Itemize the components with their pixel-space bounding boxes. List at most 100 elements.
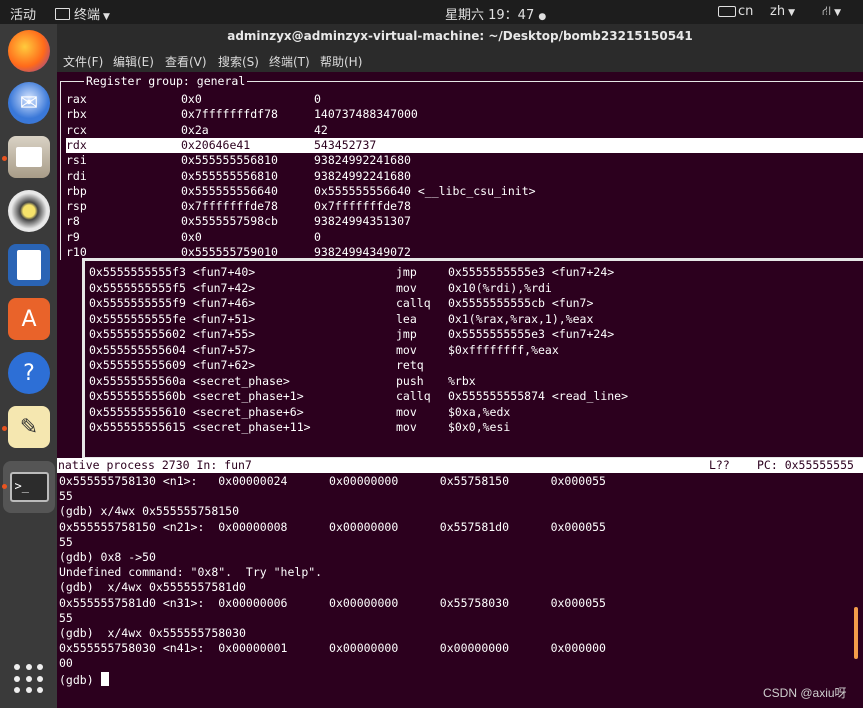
register-hex: 0x555555556640: [181, 183, 278, 198]
gdb-prompt-line[interactable]: (gdb): [59, 672, 109, 687]
menu-terminal[interactable]: 终端(T): [269, 53, 310, 70]
input-method-label: cn: [738, 4, 754, 19]
asm-operands: 0x1(%rax,%rax,1),%eax: [448, 311, 594, 326]
register-value: 0x555555556640 <__libc_csu_init>: [314, 183, 536, 198]
asm-address: 0x555555555610 <secret_phase+6>: [89, 404, 304, 419]
asm-address: 0x55555555560b <secret_phase+1>: [89, 389, 304, 403]
asm-operands: 0x5555555555e3 <fun7+24>: [448, 265, 615, 279]
input-method-indicator[interactable]: cn: [718, 4, 753, 19]
keyboard-icon: [718, 6, 736, 17]
register-name: rsi: [66, 153, 87, 168]
window-title[interactable]: adminzyx@adminzyx-virtual-machine: ~/Des…: [57, 24, 863, 48]
register-name: rdi: [66, 168, 87, 183]
register-row: rdx 0x20646e41 543452737: [66, 137, 863, 153]
watermark: CSDN @axiu呀: [763, 686, 847, 700]
thunderbird-icon[interactable]: ✉: [8, 82, 50, 124]
system-menu[interactable]: ⛙ ▼: [822, 4, 841, 21]
register-name: rbp: [66, 183, 87, 198]
asm-operands: $0x0,%esi: [448, 420, 511, 434]
register-hex: 0x7fffffffde78: [181, 199, 278, 214]
register-value: 0: [314, 229, 321, 244]
language-label: zh: [770, 4, 786, 19]
asm-opcode: mov: [396, 342, 417, 357]
chevron-down-icon: ▼: [834, 8, 842, 18]
register-panel: Register group: general rax 0x0 0 rbx 0x7fff…: [60, 74, 863, 260]
assembly-panel: 0x5555555555f3 <fun7+40> jmp 0x5555555555e…: [82, 258, 863, 460]
asm-address: 0x555555555615 <secret_phase+11>: [89, 420, 311, 434]
register-value: 0: [314, 92, 321, 106]
asm-address: 0x5555555555f3 <fun7+40>: [89, 265, 256, 279]
asm-opcode: callq: [396, 296, 431, 310]
running-indicator: [2, 156, 7, 161]
asm-address: 0x5555555555f5 <fun7+42>: [89, 280, 256, 295]
asm-operands: 0x5555555555cb <fun7>: [448, 296, 594, 310]
asm-operands: 0x555555555874 <read_line>: [448, 389, 629, 403]
network-icon: ⛙: [822, 4, 832, 19]
asm-opcode: mov: [396, 280, 417, 295]
asm-opcode: mov: [396, 404, 417, 419]
language-menu[interactable]: zh ▼: [770, 4, 795, 19]
register-value: 93824992241680: [314, 153, 411, 168]
status-line: native process 2730 In: fun7 L?? PC: 0x5…: [57, 458, 863, 473]
notification-dot-icon: ●: [538, 12, 547, 22]
asm-operands: %rbx: [448, 373, 476, 388]
asm-address: 0x555555555602 <fun7+55>: [89, 327, 256, 341]
menu-file[interactable]: 文件(F): [63, 53, 103, 70]
register-value: 93824992241680: [314, 168, 411, 183]
asm-address: 0x555555555604 <fun7+57>: [89, 342, 256, 357]
console-line: Undefined command: "0x8". Try "help".: [59, 565, 323, 580]
menu-edit[interactable]: 编辑(E): [113, 53, 154, 70]
running-indicator: [2, 484, 7, 489]
libreoffice-writer-icon[interactable]: [8, 244, 50, 286]
asm-opcode: push: [396, 373, 424, 388]
scrollbar[interactable]: [854, 607, 858, 659]
text-editor-icon[interactable]: ✎: [8, 406, 50, 448]
register-hex: 0x555555556810: [181, 168, 278, 183]
register-row: rax 0x0 0: [66, 92, 863, 107]
register-row: rcx 0x2a 42: [66, 123, 863, 138]
running-indicator: [2, 426, 7, 431]
files-icon[interactable]: [8, 136, 50, 178]
gdb-prompt: (gdb): [59, 673, 101, 687]
console-line: 0x555555758150 <n21>: 0x00000008 0x00000…: [59, 519, 606, 534]
status-process: native process 2730 In: fun7: [58, 458, 252, 472]
text-cursor: [100, 672, 109, 686]
register-name: rdx: [66, 137, 87, 152]
terminal-icon[interactable]: >_: [3, 461, 55, 513]
console-line: 0x555555758130 <n1>: 0x00000024 0x000000…: [59, 474, 606, 488]
rhythmbox-icon[interactable]: [8, 190, 50, 232]
show-applications-button[interactable]: [14, 664, 44, 694]
register-hex: 0x7fffffffdf78: [181, 107, 278, 122]
register-hex: 0x0: [181, 229, 202, 244]
status-line-number: L??: [709, 458, 730, 472]
terminal-view[interactable]: Register group: general rax 0x0 0 rbx 0x7fff…: [57, 72, 863, 708]
console-line: (gdb) 0x8 ->50: [59, 550, 156, 564]
chevron-down-icon: ▼: [788, 8, 795, 18]
register-value: 42: [314, 122, 328, 137]
asm-opcode: callq: [396, 389, 431, 403]
menu-view[interactable]: 查看(V): [165, 53, 207, 70]
clock-text: 星期六 19：47: [445, 8, 535, 23]
register-name: rcx: [66, 122, 87, 137]
help-icon[interactable]: ?: [8, 352, 50, 394]
register-hex: 0x0: [181, 92, 202, 106]
register-hex: 0x555555556810: [181, 153, 278, 168]
register-name: rsp: [66, 199, 87, 214]
firefox-icon[interactable]: [8, 30, 50, 72]
app-menu[interactable]: 终端 ▼: [55, 4, 110, 23]
menu-help[interactable]: 帮助(H): [320, 53, 362, 70]
top-bar: 活动 终端 ▼ 星期六 19：47 ● cn zh ▼ ⛙ ▼: [0, 0, 863, 24]
register-row: r9 0x0 0: [66, 230, 863, 245]
asm-opcode: retq: [396, 358, 424, 372]
register-value: 140737488347000: [314, 107, 418, 122]
clock[interactable]: 星期六 19：47 ●: [445, 4, 546, 23]
register-row: rdi 0x555555556810 93824992241680: [66, 169, 863, 184]
chevron-down-icon: ▼: [103, 12, 110, 22]
console-line: (gdb) x/4wx 0x555555758150: [59, 504, 240, 519]
register-row: rbx 0x7fffffffdf78 140737488347000: [66, 107, 863, 122]
software-center-icon[interactable]: A: [8, 298, 50, 340]
register-value: 0x7fffffffde78: [314, 199, 411, 214]
register-name: rax: [66, 92, 87, 106]
menu-search[interactable]: 搜索(S): [218, 53, 259, 70]
activities-button[interactable]: 活动: [10, 4, 36, 23]
